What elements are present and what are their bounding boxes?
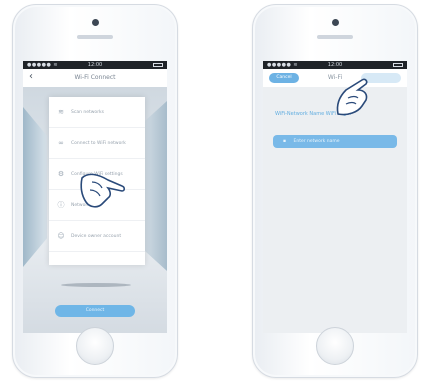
phone-right: ●●●●● ≋ 12:00 Cancel Wi-Fi WiFi-Network … xyxy=(252,4,418,378)
page-title: Wi-Fi Connect xyxy=(74,74,116,81)
link-icon: ∞ xyxy=(58,139,64,147)
earpiece-speaker xyxy=(317,35,353,39)
menu-shadow xyxy=(61,283,131,287)
lock-icon: ▪ xyxy=(283,139,287,144)
network-name-field[interactable]: ▪ Enter network name xyxy=(273,135,397,148)
status-time: 12:00 xyxy=(327,62,343,68)
left-navbar: ‹ Wi-Fi Connect xyxy=(23,69,167,88)
home-button[interactable] xyxy=(316,327,354,365)
menu-item-label: Device owner account xyxy=(71,233,122,239)
status-bar: ●●●●● ≋ 12:00 xyxy=(23,61,167,69)
menu-item-scan[interactable]: ≋ Scan networks xyxy=(49,97,145,128)
user-icon: ☺ xyxy=(57,232,65,240)
menu-item-connect[interactable]: ∞ Connect to WiFi network xyxy=(49,128,145,159)
home-button[interactable] xyxy=(76,327,114,365)
gear-icon: ⚙ xyxy=(57,170,65,178)
right-content: WiFi-Network Name WiFi Login ▪ Enter net… xyxy=(263,87,407,333)
battery-icon xyxy=(153,63,163,67)
status-bar: ●●●●● ≋ 12:00 xyxy=(263,61,407,69)
background-perspective-left xyxy=(23,107,47,267)
menu-item-label: Scan networks xyxy=(71,109,104,115)
connect-button[interactable]: Connect xyxy=(55,305,135,317)
menu-item-account[interactable]: ☺ Device owner account xyxy=(49,221,145,252)
front-camera xyxy=(332,19,339,26)
earpiece-speaker xyxy=(77,35,113,39)
pointing-hand-icon xyxy=(336,78,368,116)
info-icon: ⓘ xyxy=(57,201,65,209)
status-time: 12:00 xyxy=(87,62,103,68)
menu-item-label: Connect to WiFi network xyxy=(71,140,126,146)
front-camera xyxy=(92,19,99,26)
battery-icon xyxy=(393,63,403,67)
network-name-label: Enter network name xyxy=(293,139,340,144)
wifi-icon: ≋ xyxy=(58,108,64,116)
pointing-hand-icon xyxy=(80,173,126,208)
